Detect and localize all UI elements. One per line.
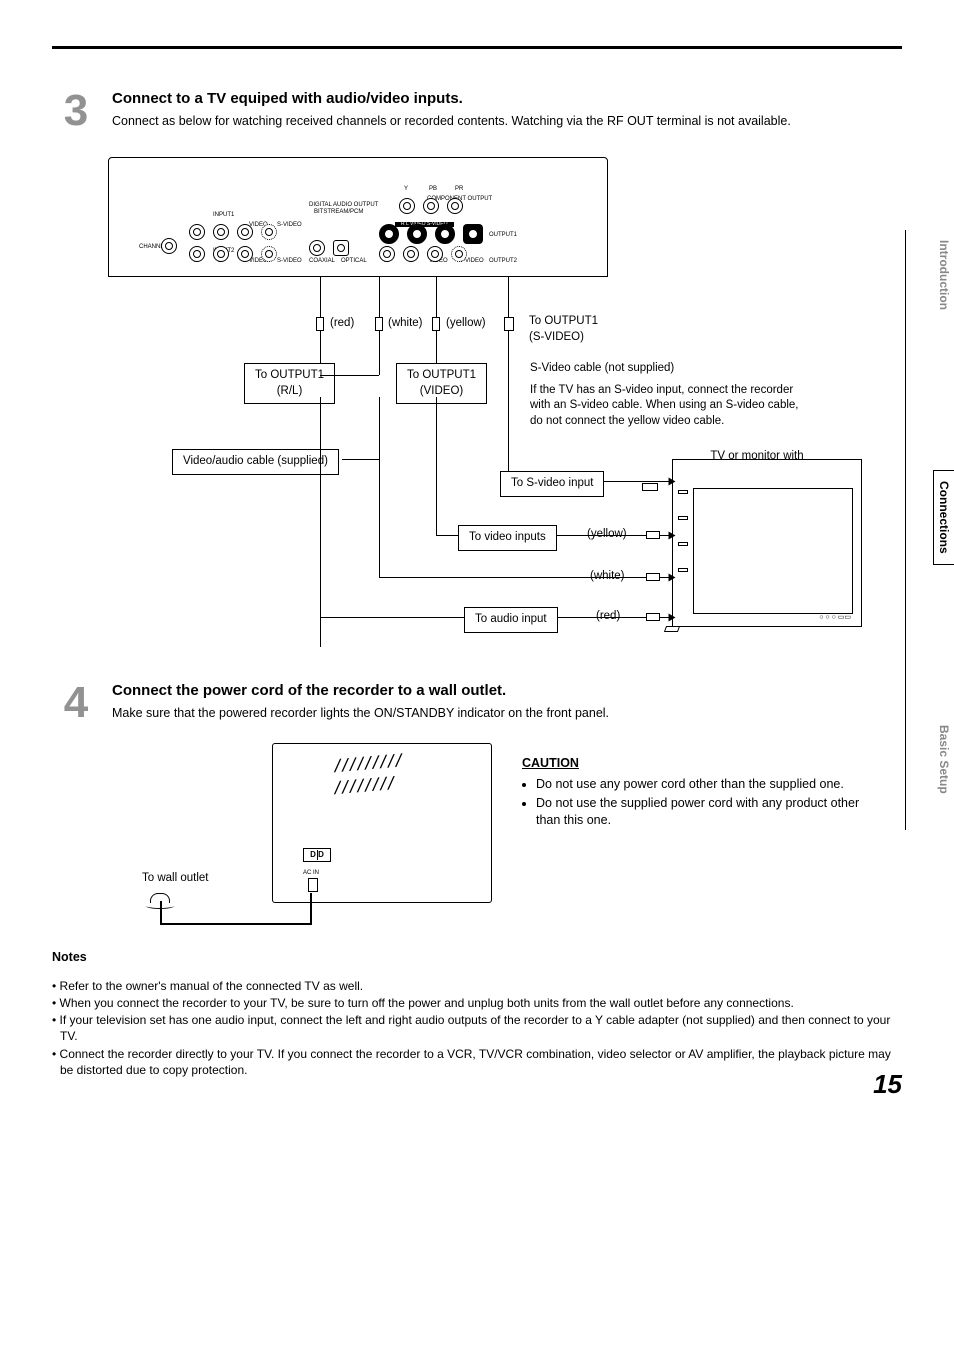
note-item: If your television set has one audio inp… (52, 1012, 902, 1044)
label-red: (red) (330, 316, 354, 332)
note-item: Connect the recorder directly to your TV… (52, 1046, 902, 1078)
label-white: (white) (388, 316, 423, 332)
tv-port-icon (678, 542, 688, 546)
page-top-rule (52, 46, 902, 49)
lbl-sv2: S-VIDEO (277, 258, 302, 264)
plug-icon (646, 531, 660, 539)
caution-item: Do not use the supplied power cord with … (536, 795, 862, 829)
plug-icon (375, 317, 383, 331)
step-3-title: Connect to a TV equiped with audio/video… (112, 89, 902, 109)
lbl-y: Y (404, 186, 408, 192)
step-3: 3 Connect to a TV equiped with audio/vid… (52, 89, 902, 133)
lbl-opt: OPTICAL (341, 258, 367, 264)
plug-icon (316, 317, 324, 331)
lbl-pr: PR (455, 186, 463, 192)
box-output1-video: To OUTPUT1(VIDEO) (396, 363, 487, 404)
plug-icon (432, 317, 440, 331)
jack-icon (447, 198, 463, 214)
lbl-sv1: S-VIDEO (277, 222, 302, 228)
plug-icon (642, 483, 658, 491)
caution-title: CAUTION (522, 755, 862, 772)
note-item: Refer to the owner's manual of the conne… (52, 978, 902, 994)
connection-diagram: INPUT1 INPUT2 VIDEO S-VIDEO VIDEO S-VIDE… (102, 151, 862, 671)
recorder-back-panel: INPUT1 INPUT2 VIDEO S-VIDEO VIDEO S-VIDE… (108, 157, 608, 277)
recorder-rear: ///////////////// D D AC IN (272, 743, 492, 903)
jack-icon (161, 238, 177, 254)
box-audio-input: To audio input (464, 607, 558, 633)
tab-introduction: Introduction (933, 230, 954, 320)
lbl-dao: DIGITAL AUDIO OUTPUT (309, 202, 378, 208)
jack-icon (451, 246, 467, 262)
jack-icon (261, 224, 277, 240)
vent-icon: ///////////////// (333, 749, 402, 798)
jack-icon (189, 246, 205, 262)
jack-icon (213, 246, 229, 262)
label-red2: (red) (596, 609, 620, 625)
lbl-bs: BITSTREAM/PCM (314, 209, 363, 215)
side-tabs: Introduction Connections Basic Setup (933, 230, 954, 803)
note-item: When you connect the recorder to your TV… (52, 995, 902, 1011)
power-diagram: ///////////////// D D AC IN To wall outl… (112, 743, 492, 943)
tab-basic-setup: Basic Setup (933, 715, 954, 804)
caution-block: CAUTION Do not use any power cord other … (522, 743, 862, 831)
jack-icon (379, 246, 395, 262)
plug-icon (504, 317, 514, 331)
step-4: 4 Connect the power cord of the recorder… (52, 681, 902, 725)
jack-icon (399, 198, 415, 214)
step-4-title: Connect the power cord of the recorder t… (112, 681, 902, 701)
step-4-number: 4 (52, 681, 100, 725)
label-white2: (white) (590, 569, 625, 585)
power-diagram-row: ///////////////// D D AC IN To wall outl… (112, 743, 902, 943)
jack-icon (309, 240, 325, 256)
jack-icon (463, 224, 483, 244)
label-yellow: (yellow) (446, 316, 486, 332)
svideo-note: S-Video cable (not supplied) If the TV h… (530, 361, 810, 429)
jack-icon (333, 240, 349, 256)
box-video-inputs: To video inputs (458, 525, 557, 551)
jack-icon (237, 224, 253, 240)
jack-icon (427, 246, 443, 262)
tv-port-icon (678, 516, 688, 520)
jack-icon (213, 224, 229, 240)
jack-icon (237, 246, 253, 262)
box-va-cable: Video/audio cable (supplied) (172, 449, 339, 475)
jack-icon (379, 224, 399, 244)
step-3-desc: Connect as below for watching received c… (112, 113, 902, 130)
tv-monitor: ○ ○ ○ ▭▭ (672, 459, 862, 627)
tv-port-icon (678, 568, 688, 572)
tv-port-icon (678, 490, 688, 494)
jack-icon (423, 198, 439, 214)
jack-icon (435, 224, 455, 244)
notes-heading: Notes (52, 949, 902, 966)
lbl-out1: OUTPUT1 (489, 232, 517, 238)
step-4-desc: Make sure that the powered recorder ligh… (112, 705, 902, 722)
notes-list: Refer to the owner's manual of the conne… (52, 978, 902, 1078)
jack-icon (189, 224, 205, 240)
lbl-input1: INPUT1 (213, 212, 234, 218)
label-yellow2: (yellow) (587, 527, 627, 543)
caution-item: Do not use any power cord other than the… (536, 776, 862, 793)
ac-socket-icon (308, 878, 318, 892)
plug-icon (646, 613, 660, 621)
jack-icon (261, 246, 277, 262)
lbl-out2: OUTPUT2 (489, 258, 517, 264)
page-number: 15 (873, 1067, 902, 1102)
box-output1-rl: To OUTPUT1(R/L) (244, 363, 335, 404)
label-output1-svideo: To OUTPUT1(S-VIDEO) (529, 314, 598, 345)
dolby-icon: D D (303, 848, 331, 862)
jack-icon (403, 246, 419, 262)
step-3-number: 3 (52, 89, 100, 133)
to-wall-outlet-label: To wall outlet (142, 871, 208, 887)
jack-icon (407, 224, 427, 244)
lbl-pb: PB (429, 186, 437, 192)
tab-connections: Connections (933, 470, 954, 565)
lbl-coax: COAXIAL (309, 258, 335, 264)
plug-icon (646, 573, 660, 581)
ac-in-label: AC IN (303, 870, 319, 876)
box-svideo-input: To S-video input (500, 471, 604, 497)
